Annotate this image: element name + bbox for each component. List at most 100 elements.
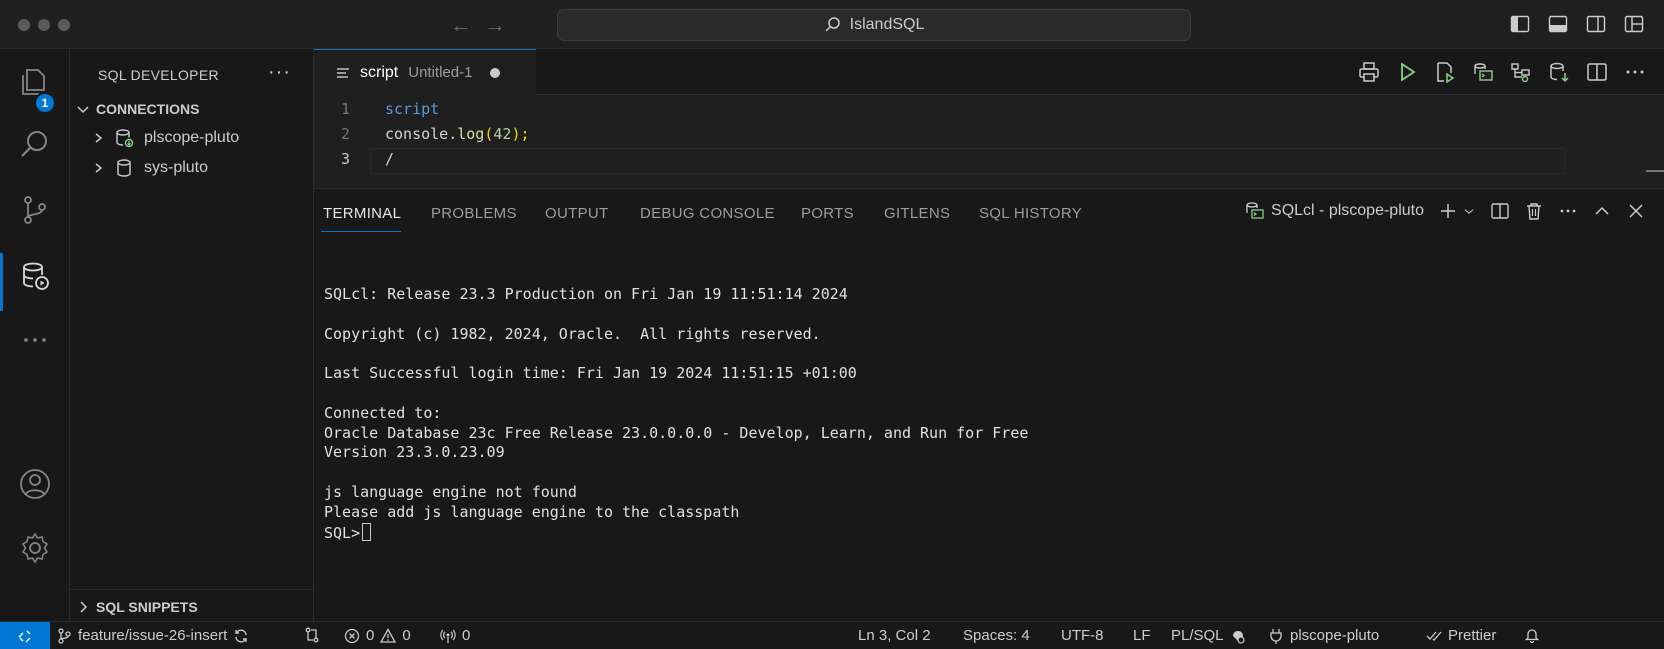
sql-developer-button[interactable] [0,249,70,311]
code-token-number: 42 [493,125,512,143]
maximize-window-button[interactable] [58,19,70,31]
prettier-label: Prettier [1448,627,1497,644]
sql-snippets-section-header[interactable]: SQL SNIPPETS [76,599,198,615]
notifications-button[interactable] [1524,627,1540,643]
tab-debug-console[interactable]: DEBUG CONSOLE [640,205,775,222]
active-tab-indicator [321,231,401,232]
database-connected-icon [116,129,134,148]
account-icon [20,469,50,499]
gear-icon [21,532,49,564]
code-token-object: console [385,125,449,143]
language-mode-status[interactable]: PL/SQL [1171,627,1246,644]
problems-status[interactable]: 0 0 [344,627,411,644]
git-branch-status[interactable]: feature/issue-26-insert [56,627,249,644]
forward-arrow-icon[interactable]: → [484,12,506,38]
source-control-button[interactable] [0,183,70,237]
tab-terminal[interactable]: TERMINAL [323,205,401,222]
file-lines-icon [337,67,349,78]
search-button[interactable] [0,117,70,171]
database-run-icon [23,262,49,290]
compare-changes-button[interactable] [304,627,320,643]
toggle-secondary-sidebar-icon[interactable] [1586,14,1606,34]
scrollbar-marker[interactable] [1646,170,1664,172]
explain-plan-icon[interactable] [1510,61,1532,83]
terminal-line: Version 23.3.0.23.09 [324,443,505,462]
back-arrow-icon[interactable]: ← [450,12,472,38]
remote-icon [18,630,31,643]
tab-output[interactable]: OUTPUT [545,205,608,222]
terminal-line: Last Successful login time: Fri Jan 19 2… [324,364,857,383]
terminal-line: Connected to: [324,403,442,422]
run-script-icon[interactable] [1434,61,1456,83]
encoding-status[interactable]: UTF-8 [1061,627,1104,644]
close-icon[interactable] [1626,201,1646,221]
minimize-window-button[interactable] [38,19,50,31]
customize-layout-icon[interactable] [1624,14,1644,34]
sync-icon[interactable] [233,628,249,644]
search-icon [21,131,47,157]
activity-bar: 1 [0,49,70,621]
connections-section-header[interactable]: CONNECTIONS [76,101,199,117]
run-icon[interactable] [1396,61,1418,83]
more-actions-icon[interactable] [1558,201,1578,221]
warning-count: 0 [402,627,411,644]
plus-icon[interactable] [1438,201,1458,221]
bell-icon [1524,629,1540,643]
chevron-down-icon [77,106,89,114]
branch-icon [58,627,71,644]
chevron-down-icon[interactable] [1462,201,1476,221]
tab-gitlens[interactable]: GITLENS [884,205,950,222]
tab-problems[interactable]: PROBLEMS [431,205,517,222]
remote-indicator-button[interactable] [0,622,50,649]
accounts-button[interactable] [0,457,70,511]
chevron-up-icon[interactable] [1592,201,1612,221]
toggle-panel-icon[interactable] [1548,14,1568,34]
plug-icon [1270,628,1282,644]
more-views-button[interactable] [0,313,70,367]
window-title: IslandSQL [849,16,925,33]
run-in-terminal-icon[interactable] [1472,61,1494,83]
terminal-instance[interactable]: SQLcl - plscope-pluto [1245,201,1424,221]
terminal-line: Oracle Database 23c Free Release 23.0.0.… [324,423,1029,442]
code-token-close: ); [511,125,530,143]
prettier-status[interactable]: Prettier [1426,627,1496,644]
manage-button[interactable] [0,521,70,575]
ellipsis-icon [24,338,46,342]
more-actions-icon[interactable] [1624,61,1646,83]
cursor-position[interactable]: Ln 3, Col 2 [858,627,931,644]
editor-tab-script[interactable]: script Untitled-1 [314,49,536,95]
source-control-icon [24,196,46,224]
language-status-icon [1232,630,1245,644]
connection-item-plscope-pluto[interactable]: plscope-pluto [92,123,239,153]
ports-status[interactable]: 0 [440,627,470,644]
database-download-icon[interactable] [1548,61,1570,83]
sql-snippets-label: SQL SNIPPETS [96,599,198,615]
terminal-cursor [362,522,372,541]
tab-sql-history[interactable]: SQL HISTORY [979,205,1082,222]
connection-item-sys-pluto[interactable]: sys-pluto [92,153,208,183]
command-center-search[interactable]: IslandSQL [557,9,1191,41]
eol-status[interactable]: LF [1133,627,1151,644]
terminal-line: Please add js language engine to the cla… [324,502,740,521]
editor-tab-bar: script Untitled-1 [314,49,1664,95]
terminal-output[interactable]: SQLcl: Release 23.3 Production on Fri Ja… [324,285,1028,543]
print-icon[interactable] [1358,61,1380,83]
current-line-highlight [370,148,1565,174]
explorer-button[interactable]: 1 [0,55,70,114]
trash-icon[interactable] [1524,201,1544,221]
connection-status[interactable]: plscope-pluto [1268,627,1379,644]
sidebar-more-button[interactable]: ··· [268,61,291,84]
connection-label: plscope-pluto [144,129,240,146]
unsaved-dot-icon[interactable] [490,67,501,78]
connection-label: sys-pluto [144,159,209,176]
line-number: 3 [340,150,350,168]
toggle-primary-sidebar-icon[interactable] [1510,14,1530,34]
split-terminal-icon[interactable] [1490,201,1510,221]
split-editor-icon[interactable] [1586,61,1608,83]
tab-ports[interactable]: PORTS [801,205,854,222]
line-number: 1 [340,100,350,118]
code-editor[interactable]: 1 script 2 console.log(42); 3 / [314,95,1664,199]
chevron-right-icon [80,601,88,613]
close-window-button[interactable] [18,19,30,31]
indentation-status[interactable]: Spaces: 4 [963,627,1030,644]
